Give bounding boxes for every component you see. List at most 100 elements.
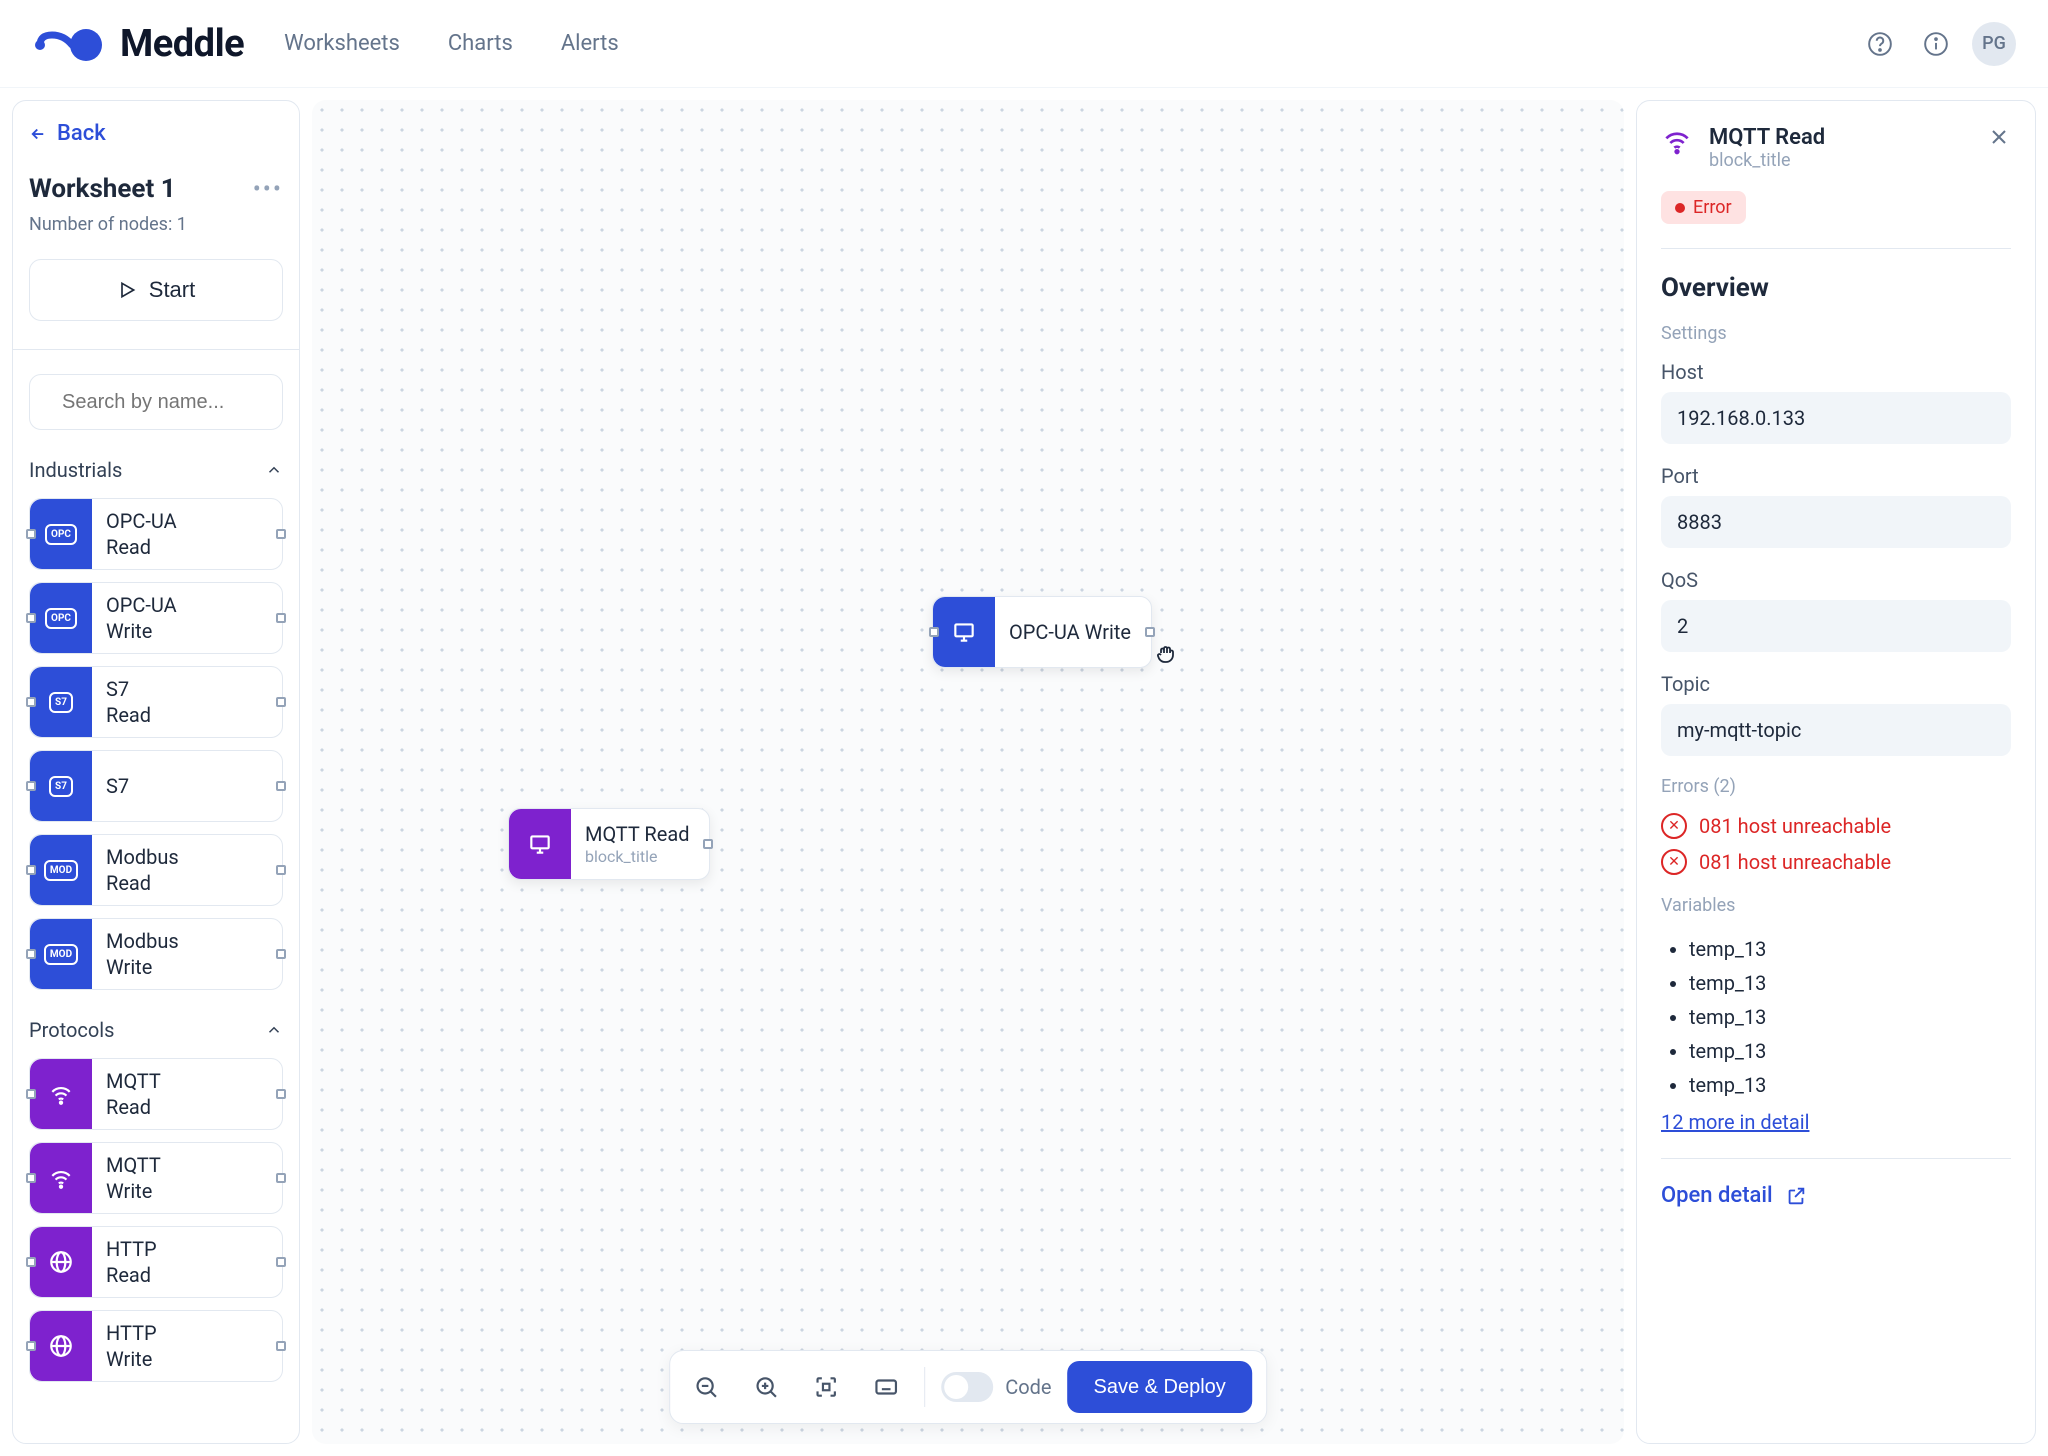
bottom-toolbar: Code Save & Deploy: [669, 1350, 1267, 1424]
protocols-list: MQTTRead MQTTWrite HTTPRead HTTPWrite: [29, 1058, 283, 1382]
back-label: Back: [57, 121, 106, 146]
canvas[interactable]: OPC-UA Write MQTT Read block_title Code: [312, 100, 1624, 1444]
open-detail-button[interactable]: Open detail: [1661, 1183, 2011, 1208]
panel-subtitle: block_title: [1709, 150, 1825, 171]
node-http-read[interactable]: HTTPRead: [29, 1226, 283, 1298]
canvas-node-label: OPC-UA Write: [1009, 619, 1131, 645]
variable-item: temp_13: [1689, 932, 2011, 966]
status-text: Error: [1693, 197, 1732, 218]
info-icon[interactable]: [1916, 24, 1956, 64]
search-field[interactable]: [62, 391, 300, 414]
category-industrials[interactable]: Industrials: [29, 458, 283, 482]
nav-charts[interactable]: Charts: [448, 31, 513, 56]
main-nav: Worksheets Charts Alerts: [284, 31, 619, 56]
errors-label: Errors (2): [1661, 776, 2011, 797]
cursor-grab-icon: [1154, 642, 1178, 666]
host-label: Host: [1661, 360, 2011, 384]
toggle-switch[interactable]: [941, 1372, 993, 1402]
wifi-icon: [1661, 125, 1693, 171]
variables-label: Variables: [1661, 895, 2011, 916]
start-label: Start: [149, 277, 195, 303]
external-link-icon: [1785, 1185, 1807, 1207]
status-badge: Error: [1661, 191, 1746, 224]
close-icon: [1987, 125, 2011, 149]
sidebar: Back Worksheet 1 ••• Number of nodes: 1 …: [12, 100, 300, 1444]
user-avatar[interactable]: PG: [1972, 22, 2016, 66]
worksheet-title: Worksheet 1: [29, 174, 176, 204]
variable-item: temp_13: [1689, 1034, 2011, 1068]
wifi-icon: [30, 1143, 92, 1213]
opc-icon: OPC: [30, 499, 92, 569]
nav-worksheets[interactable]: Worksheets: [284, 31, 400, 56]
monitor-icon: [933, 597, 995, 667]
category-label: Protocols: [29, 1018, 114, 1042]
more-variables-link[interactable]: 12 more in detail: [1661, 1110, 1809, 1134]
s7-icon: S7: [30, 667, 92, 737]
play-icon: [117, 280, 137, 300]
open-detail-label: Open detail: [1661, 1183, 1773, 1208]
canvas-node-mqtt-read[interactable]: MQTT Read block_title: [508, 808, 710, 880]
variables-list: temp_13 temp_13 temp_13 temp_13 temp_13: [1661, 932, 2011, 1102]
s7-icon: S7: [30, 751, 92, 821]
node-mqtt-write[interactable]: MQTTWrite: [29, 1142, 283, 1214]
node-s7-write[interactable]: S7S7: [29, 750, 283, 822]
error-icon: ✕: [1661, 813, 1687, 839]
opc-icon: OPC: [30, 583, 92, 653]
node-http-write[interactable]: HTTPWrite: [29, 1310, 283, 1382]
port-value[interactable]: 8883: [1661, 496, 2011, 548]
save-deploy-button[interactable]: Save & Deploy: [1068, 1361, 1252, 1413]
zoom-in-button[interactable]: [744, 1365, 788, 1409]
divider: [13, 349, 299, 350]
settings-label: Settings: [1661, 323, 2011, 344]
search-input[interactable]: [29, 374, 283, 430]
arrow-left-icon: [29, 125, 47, 143]
node-mqtt-read[interactable]: MQTTRead: [29, 1058, 283, 1130]
canvas-node-sub: block_title: [585, 847, 689, 868]
error-icon: ✕: [1661, 849, 1687, 875]
logo[interactable]: Meddle: [32, 22, 244, 66]
topic-label: Topic: [1661, 672, 2011, 696]
node-opc-ua-read[interactable]: OPCOPC-UARead: [29, 498, 283, 570]
brand-name: Meddle: [120, 22, 244, 66]
keyboard-button[interactable]: [864, 1365, 908, 1409]
zoom-out-button[interactable]: [684, 1365, 728, 1409]
variable-item: temp_13: [1689, 966, 2011, 1000]
help-icon[interactable]: [1860, 24, 1900, 64]
qos-value[interactable]: 2: [1661, 600, 2011, 652]
host-value[interactable]: 192.168.0.133: [1661, 392, 2011, 444]
fit-view-button[interactable]: [804, 1365, 848, 1409]
worksheet-more-icon[interactable]: •••: [253, 175, 283, 203]
chevron-up-icon: [265, 1021, 283, 1039]
nav-alerts[interactable]: Alerts: [561, 31, 619, 56]
canvas-node-label: MQTT Read: [585, 821, 689, 847]
canvas-node-opc-ua-write[interactable]: OPC-UA Write: [932, 596, 1152, 668]
topic-value[interactable]: my-mqtt-topic: [1661, 704, 2011, 756]
wifi-icon: [30, 1059, 92, 1129]
monitor-icon: [509, 809, 571, 879]
node-modbus-read[interactable]: MODModbusRead: [29, 834, 283, 906]
separator: [924, 1367, 925, 1407]
node-s7-read[interactable]: S7S7Read: [29, 666, 283, 738]
node-opc-ua-write[interactable]: OPCOPC-UAWrite: [29, 582, 283, 654]
logo-icon: [32, 23, 104, 65]
industrials-list: OPCOPC-UARead OPCOPC-UAWrite S7S7Read S7…: [29, 498, 283, 990]
code-toggle[interactable]: Code: [941, 1372, 1051, 1402]
globe-icon: [30, 1311, 92, 1381]
chevron-up-icon: [265, 461, 283, 479]
start-button[interactable]: Start: [29, 259, 283, 321]
modbus-icon: MOD: [30, 835, 92, 905]
back-button[interactable]: Back: [29, 121, 283, 146]
node-modbus-write[interactable]: MODModbusWrite: [29, 918, 283, 990]
error-item: ✕081 host unreachable: [1661, 849, 2011, 875]
divider: [1661, 248, 2011, 249]
panel-title: MQTT Read: [1709, 125, 1825, 150]
overview-heading: Overview: [1661, 273, 2011, 303]
category-protocols[interactable]: Protocols: [29, 1018, 283, 1042]
node-count: Number of nodes: 1: [29, 214, 283, 235]
code-label: Code: [1005, 1375, 1051, 1399]
error-item: ✕081 host unreachable: [1661, 813, 2011, 839]
close-button[interactable]: [1987, 125, 2011, 153]
category-label: Industrials: [29, 458, 122, 482]
status-dot-icon: [1675, 203, 1685, 213]
variable-item: temp_13: [1689, 1068, 2011, 1102]
